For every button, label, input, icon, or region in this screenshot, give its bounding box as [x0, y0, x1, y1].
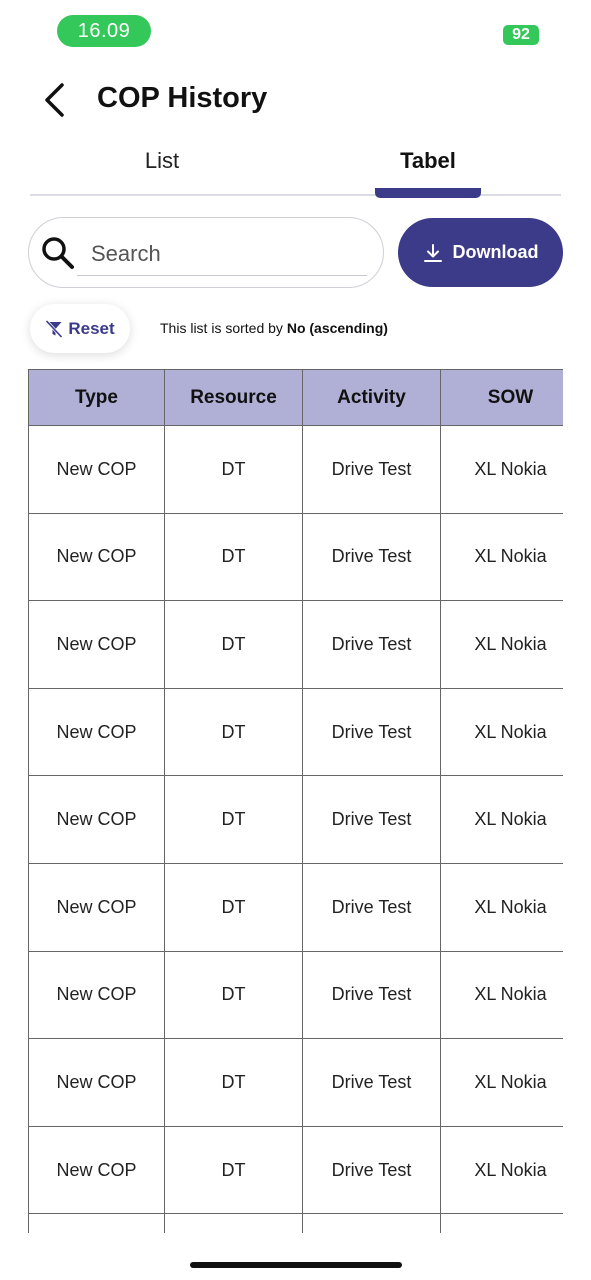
cell-sow: XL Nokia: [440, 425, 563, 514]
cell-resource: DT: [164, 862, 303, 952]
cell-type: New COP: [28, 862, 165, 952]
filter-off-icon: [45, 319, 63, 338]
table-header-row: Type Resource Activity SOW: [28, 369, 563, 426]
cell-type: New COP: [28, 950, 165, 1040]
search-icon: [42, 237, 74, 269]
column-header-resource[interactable]: Resource: [164, 369, 303, 426]
tab-bar: List Tabel: [30, 140, 561, 198]
cell-type: New COP: [28, 600, 165, 689]
column-header-sow[interactable]: SOW: [440, 369, 563, 426]
table-row[interactable]: New COP DT Drive Test XL Nokia: [28, 425, 563, 514]
cell-activity: Drive Test: [302, 1125, 441, 1215]
table-row[interactable]: New COP DT Drive Test XL Nokia: [28, 1038, 563, 1127]
page-title: COP History: [97, 82, 268, 114]
cell-type: New COP: [28, 512, 165, 602]
battery-indicator: 92: [503, 25, 539, 45]
cell-sow: XL Nokia: [440, 1125, 563, 1215]
download-icon: [423, 243, 442, 262]
table-row[interactable]: New COP DT Drive Test XL Nokia: [28, 687, 563, 777]
cell-resource: DT: [164, 1038, 303, 1127]
cell-activity: Drive Test: [302, 950, 441, 1040]
cell-resource: DT: [164, 1125, 303, 1215]
cell-sow: [440, 1213, 563, 1233]
cell-activity: Drive Test: [302, 425, 441, 514]
cell-type: New COP: [28, 425, 165, 514]
cell-sow: XL Nokia: [440, 775, 563, 864]
chevron-left-icon: [45, 83, 64, 117]
cell-activity: Drive Test: [302, 687, 441, 777]
cell-type: [28, 1213, 165, 1233]
home-indicator: [190, 1262, 402, 1268]
cell-activity: Drive Test: [302, 775, 441, 864]
search-input[interactable]: [77, 232, 367, 276]
cell-sow: XL Nokia: [440, 862, 563, 952]
cell-type: New COP: [28, 1125, 165, 1215]
cell-activity: Drive Test: [302, 1038, 441, 1127]
cell-sow: XL Nokia: [440, 512, 563, 602]
cell-activity: [302, 1213, 441, 1233]
table-row[interactable]: New COP DT Drive Test XL Nokia: [28, 862, 563, 952]
cell-activity: Drive Test: [302, 600, 441, 689]
status-time: 16.09: [57, 15, 151, 47]
sort-prefix: This list is sorted by: [160, 320, 287, 336]
table-row[interactable]: [28, 1213, 563, 1233]
reset-label: Reset: [68, 318, 115, 338]
download-button[interactable]: Download: [398, 218, 563, 287]
reset-button[interactable]: Reset: [30, 304, 130, 353]
cell-activity: Drive Test: [302, 512, 441, 602]
download-label: Download: [452, 242, 539, 262]
cell-sow: XL Nokia: [440, 1038, 563, 1127]
cell-resource: DT: [164, 687, 303, 777]
status-bar: 16.09 92: [0, 0, 591, 60]
table-row[interactable]: New COP DT Drive Test XL Nokia: [28, 950, 563, 1040]
cell-sow: XL Nokia: [440, 950, 563, 1040]
table-row[interactable]: New COP DT Drive Test XL Nokia: [28, 600, 563, 689]
cell-resource: [164, 1213, 303, 1233]
column-header-type[interactable]: Type: [28, 369, 165, 426]
cell-resource: DT: [164, 775, 303, 864]
tab-tabel[interactable]: Tabel: [375, 148, 481, 174]
sort-description: This list is sorted by No (ascending): [160, 320, 388, 336]
cop-history-table[interactable]: Type Resource Activity SOW New COP DT Driv…: [28, 369, 563, 1233]
sort-field: No (ascending): [286, 320, 388, 336]
cell-resource: DT: [164, 425, 303, 514]
cell-sow: XL Nokia: [440, 600, 563, 689]
header: COP History: [0, 70, 591, 130]
cell-resource: DT: [164, 950, 303, 1040]
table-row[interactable]: New COP DT Drive Test XL Nokia: [28, 775, 563, 864]
cell-activity: Drive Test: [302, 862, 441, 952]
back-button[interactable]: [34, 80, 74, 120]
cell-type: New COP: [28, 775, 165, 864]
column-header-activity[interactable]: Activity: [302, 369, 441, 426]
active-tab-indicator: [375, 188, 481, 198]
cell-sow: XL Nokia: [440, 687, 563, 777]
cell-resource: DT: [164, 512, 303, 602]
table-row[interactable]: New COP DT Drive Test XL Nokia: [28, 512, 563, 602]
cell-type: New COP: [28, 687, 165, 777]
tab-list[interactable]: List: [112, 148, 212, 174]
search-box[interactable]: [28, 217, 384, 288]
cell-type: New COP: [28, 1038, 165, 1127]
table-row[interactable]: New COP DT Drive Test XL Nokia: [28, 1125, 563, 1215]
cell-resource: DT: [164, 600, 303, 689]
